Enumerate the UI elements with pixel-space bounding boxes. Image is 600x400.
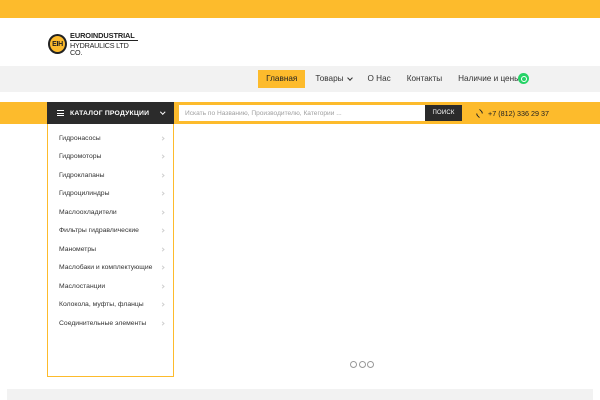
- header: EIH EUROINDUSTRIAL HYDRAULICS LTD CO.: [0, 18, 600, 66]
- chevron-right-icon: [160, 210, 165, 215]
- chevron-right-icon: [160, 173, 165, 178]
- logo-mark: EIH: [48, 34, 67, 54]
- nav-about[interactable]: О Нас: [360, 70, 399, 88]
- phone-contact[interactable]: +7 (812) 336 29 37: [474, 102, 549, 124]
- chevron-right-icon: [160, 191, 165, 196]
- slider-dot[interactable]: [367, 361, 374, 368]
- nav-home[interactable]: Главная: [258, 70, 306, 88]
- catalog-item[interactable]: Манометры: [48, 240, 173, 259]
- top-bar: [0, 0, 600, 18]
- catalog-label: КАТАЛОГ ПРОДУКЦИИ: [70, 109, 150, 117]
- phone-number: +7 (812) 336 29 37: [488, 108, 549, 118]
- chevron-right-icon: [160, 321, 165, 326]
- nav-contacts[interactable]: Контакты: [399, 70, 450, 88]
- chevron-right-icon: [160, 136, 165, 141]
- chevron-right-icon: [160, 284, 165, 289]
- catalog-item[interactable]: Гидроклапаны: [48, 166, 173, 185]
- chevron-down-icon: [159, 109, 165, 115]
- nav-products[interactable]: Товары: [307, 70, 359, 88]
- catalog-item[interactable]: Фильтры гидравлические: [48, 222, 173, 241]
- catalog-item[interactable]: Маслоохладители: [48, 203, 173, 222]
- chevron-right-icon: [160, 154, 165, 159]
- logo-line-1: EUROINDUSTRIAL: [70, 31, 138, 41]
- logo[interactable]: EIH EUROINDUSTRIAL HYDRAULICS LTD CO.: [48, 31, 138, 58]
- slider-dot[interactable]: [350, 361, 357, 368]
- nav-availability[interactable]: Наличие и цены: [450, 70, 528, 88]
- catalog-item[interactable]: Колокола, муфты, фланцы: [48, 296, 173, 315]
- slider-dot[interactable]: [358, 361, 366, 368]
- bottom-section: [7, 389, 593, 400]
- search-input[interactable]: [179, 105, 425, 121]
- nav-strip: Главная Товары О Нас Контакты Наличие и …: [0, 66, 600, 92]
- catalog-item[interactable]: Гидроцилиндры: [48, 185, 173, 204]
- catalog-item[interactable]: Соединительные элементы: [48, 314, 173, 333]
- chevron-down-icon: [346, 75, 353, 81]
- slider-pagination: [350, 361, 376, 368]
- logo-text: EUROINDUSTRIAL HYDRAULICS LTD CO.: [70, 31, 138, 58]
- chevron-right-icon: [160, 247, 165, 252]
- catalog-item[interactable]: Маслостанции: [48, 277, 173, 296]
- catalog-toggle-button[interactable]: КАТАЛОГ ПРОДУКЦИИ: [47, 102, 174, 124]
- nav-products-label: Товары: [315, 74, 344, 83]
- phone-icon: [474, 108, 485, 118]
- chevron-right-icon: [160, 265, 165, 270]
- search-button[interactable]: ПОИСК: [425, 105, 462, 121]
- catalog-menu: Гидронасосы Гидромоторы Гидроклапаны Гид…: [47, 124, 174, 377]
- catalog-item[interactable]: Гидромоторы: [48, 148, 173, 167]
- chevron-right-icon: [160, 302, 165, 307]
- main-nav: Главная Товары О Нас Контакты Наличие и …: [258, 70, 528, 88]
- menu-icon: [57, 110, 64, 116]
- catalog-item[interactable]: Маслобаки и комплектующие: [48, 259, 173, 278]
- chevron-right-icon: [160, 228, 165, 233]
- catalog-item[interactable]: Гидронасосы: [48, 129, 173, 148]
- whatsapp-icon[interactable]: [518, 73, 529, 84]
- logo-line-2: HYDRAULICS LTD CO.: [70, 41, 129, 58]
